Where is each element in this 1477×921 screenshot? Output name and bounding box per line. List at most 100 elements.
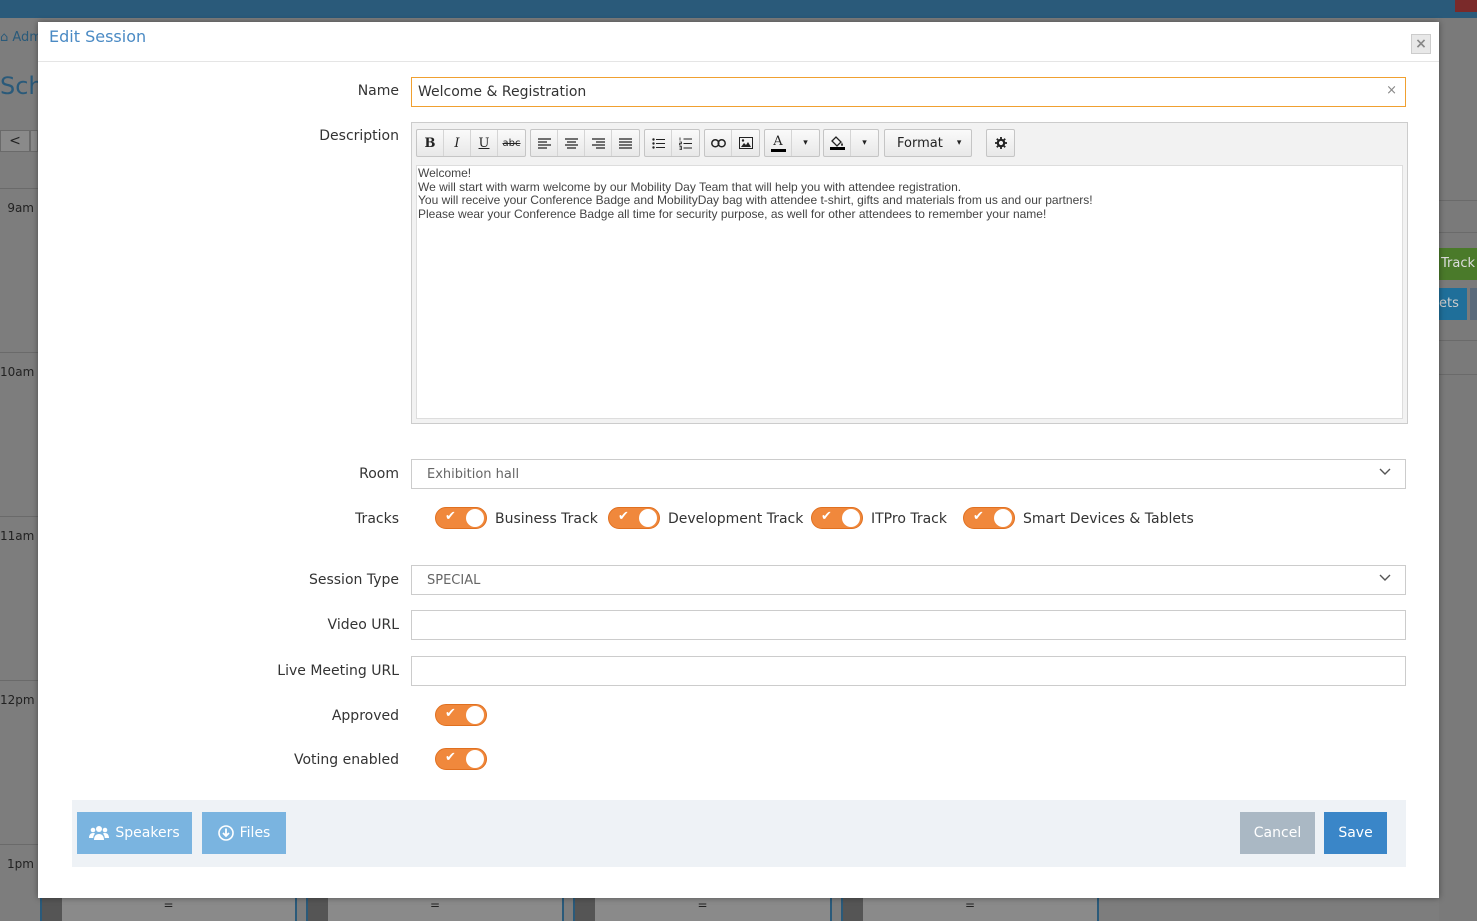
font-color-group: A ▾ xyxy=(764,129,820,157)
track-toggle-business[interactable]: ✔ xyxy=(435,507,487,529)
font-color-dropdown[interactable]: ▾ xyxy=(792,130,819,156)
track-toggle-development[interactable]: ✔ xyxy=(608,507,660,529)
bg-session-card[interactable]: = xyxy=(306,898,564,921)
description-line: Please wear your Conference Badge all ti… xyxy=(418,206,1047,221)
bullet-list-icon xyxy=(651,137,665,149)
format-label: Format xyxy=(897,135,943,151)
users-icon xyxy=(89,826,110,840)
room-label: Room xyxy=(359,466,399,482)
bullet-list-button[interactable] xyxy=(645,130,672,156)
room-select[interactable]: Exhibition hall xyxy=(411,459,1406,489)
bg-track-blue[interactable]: ets xyxy=(1439,288,1467,320)
bg-breadcrumb[interactable]: ⌂ Adm xyxy=(0,30,42,45)
bg-time-12pm: 12pm xyxy=(0,693,35,707)
bg-session-card[interactable]: = xyxy=(573,898,832,921)
link-icon xyxy=(710,138,726,148)
align-left-button[interactable] xyxy=(531,130,558,156)
align-center-button[interactable] xyxy=(558,130,585,156)
bg-divider xyxy=(1439,200,1477,201)
bg-time-1pm: 1pm xyxy=(7,857,34,871)
link-button[interactable] xyxy=(705,130,732,156)
bg-divider xyxy=(1439,232,1477,233)
edit-session-dialog: Edit Session × Name × Description B I U … xyxy=(38,22,1439,898)
settings-group xyxy=(986,129,1015,157)
font-color-icon: A xyxy=(773,133,783,149)
approved-toggle[interactable]: ✔ xyxy=(435,704,487,726)
bg-session-card[interactable]: = xyxy=(841,898,1099,921)
bg-prev-button[interactable]: < xyxy=(0,130,30,152)
bg-divider xyxy=(0,844,38,845)
rich-text-editor: B I U abc A ▾ ▾ Format ▾ Welcome! We wil… xyxy=(411,122,1408,424)
bg-right-column xyxy=(1439,18,1477,921)
name-input[interactable] xyxy=(412,78,1362,106)
voting-enabled-label: Voting enabled xyxy=(294,752,399,768)
topbar-close-square[interactable] xyxy=(1455,0,1477,12)
files-button[interactable]: Files xyxy=(202,812,286,854)
bg-session-card[interactable]: = xyxy=(40,898,297,921)
cancel-button[interactable]: Cancel xyxy=(1240,812,1315,854)
bg-card-mark: = xyxy=(697,898,708,912)
chevron-down-icon xyxy=(1379,468,1391,475)
dialog-header: Edit Session × xyxy=(38,22,1439,62)
track-label-business: Business Track xyxy=(495,511,598,527)
background-color-button[interactable] xyxy=(824,130,851,156)
settings-button[interactable] xyxy=(987,130,1014,156)
insert-group xyxy=(704,129,760,157)
background-color-dropdown[interactable]: ▾ xyxy=(851,130,878,156)
bg-time-10am: 10am xyxy=(0,365,35,379)
check-icon: ✔ xyxy=(618,509,629,524)
session-type-select[interactable]: SPECIAL xyxy=(411,565,1406,595)
list-group xyxy=(644,129,700,157)
underline-button[interactable]: U xyxy=(471,130,498,156)
dialog-title: Edit Session xyxy=(49,27,147,46)
strikethrough-button[interactable]: abc xyxy=(498,130,525,156)
check-icon: ✔ xyxy=(445,706,456,721)
description-editor-area[interactable]: Welcome! We will start with warm welcome… xyxy=(416,165,1403,419)
check-icon: ✔ xyxy=(973,509,984,524)
bg-divider xyxy=(1439,374,1477,375)
clear-icon[interactable]: × xyxy=(1386,83,1397,98)
track-label-smart-devices: Smart Devices & Tablets xyxy=(1023,511,1194,527)
check-icon: ✔ xyxy=(445,509,456,524)
bold-button[interactable]: B xyxy=(417,130,444,156)
toggle-knob xyxy=(466,706,484,724)
align-right-button[interactable] xyxy=(585,130,612,156)
track-toggle-itpro[interactable]: ✔ xyxy=(811,507,863,529)
background-color-group: ▾ xyxy=(823,129,879,157)
numbered-list-icon xyxy=(679,137,692,150)
check-icon: ✔ xyxy=(445,750,456,765)
description-line: You will receive your Conference Badge a… xyxy=(418,193,1093,207)
save-button[interactable]: Save xyxy=(1324,812,1387,854)
italic-button[interactable]: I xyxy=(444,130,471,156)
bg-track-green[interactable]: Track xyxy=(1439,248,1477,280)
video-url-label: Video URL xyxy=(327,617,399,633)
bg-time-9am: 9am xyxy=(7,201,34,215)
voting-enabled-toggle[interactable]: ✔ xyxy=(435,748,487,770)
description-label: Description xyxy=(319,128,399,144)
bg-next-button[interactable] xyxy=(30,130,38,152)
approved-label: Approved xyxy=(331,708,399,724)
app-topbar xyxy=(0,0,1477,18)
numbered-list-button[interactable] xyxy=(672,130,699,156)
image-icon xyxy=(738,137,753,149)
format-dropdown[interactable]: Format ▾ xyxy=(885,130,971,156)
font-color-button[interactable]: A xyxy=(765,130,792,156)
justify-button[interactable] xyxy=(612,130,639,156)
live-meeting-url-input[interactable] xyxy=(411,656,1406,686)
bg-time-11am: 11am xyxy=(0,529,35,543)
speakers-button[interactable]: Speakers xyxy=(77,812,192,854)
bg-divider xyxy=(0,516,38,517)
bg-track-gray[interactable] xyxy=(1470,288,1477,320)
text-style-group: B I U abc xyxy=(416,129,526,157)
bg-divider xyxy=(0,188,38,189)
video-url-input[interactable] xyxy=(411,610,1406,640)
format-group: Format ▾ xyxy=(884,129,972,157)
font-color-swatch xyxy=(770,148,786,152)
live-meeting-url-label: Live Meeting URL xyxy=(277,663,399,679)
justify-icon xyxy=(619,137,632,149)
close-icon[interactable]: × xyxy=(1411,34,1431,54)
track-toggle-smart-devices[interactable]: ✔ xyxy=(963,507,1015,529)
image-button[interactable] xyxy=(732,130,759,156)
toggle-knob xyxy=(994,509,1012,527)
bg-divider xyxy=(0,680,38,681)
